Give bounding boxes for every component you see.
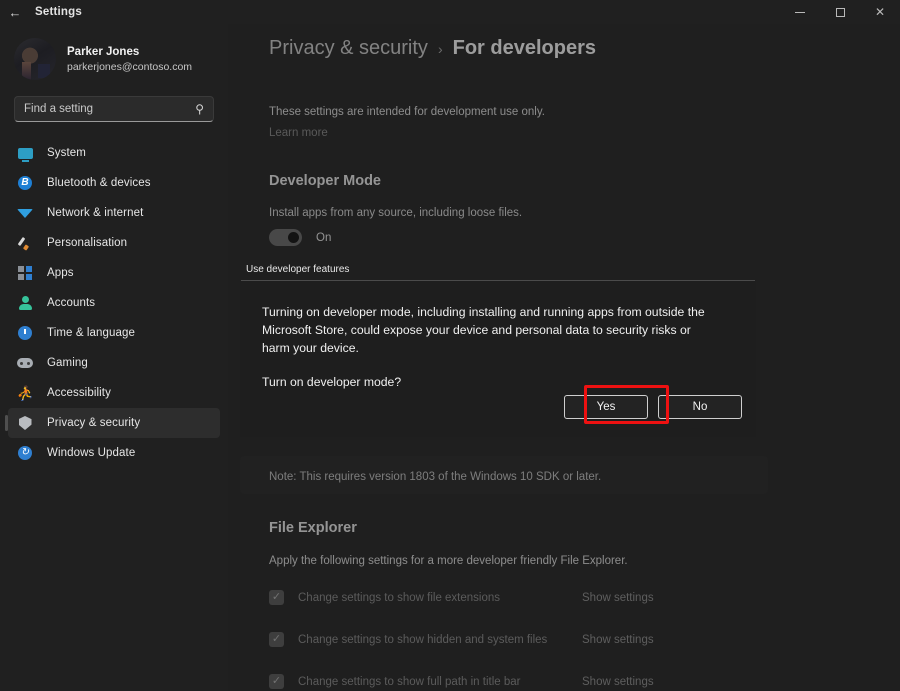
sidebar-item-system[interactable]: System <box>8 138 220 168</box>
avatar <box>14 38 56 80</box>
sidebar-item-network-internet[interactable]: Network & internet <box>8 198 220 228</box>
sidebar-item-accessibility[interactable]: ⛹ Accessibility <box>8 378 220 408</box>
search-box[interactable]: ⚲ <box>14 96 214 122</box>
shield-icon <box>16 414 34 432</box>
update-refresh-icon: ↻ <box>16 444 34 462</box>
sidebar-item-bluetooth-devices[interactable]: B Bluetooth & devices <box>8 168 220 198</box>
yes-button[interactable]: Yes <box>564 395 648 419</box>
accessibility-icon: ⛹ <box>16 385 34 401</box>
sidebar-item-label: Gaming <box>47 357 88 369</box>
profile-name: Parker Jones <box>67 45 140 58</box>
window-controls: ✕ <box>780 0 900 24</box>
sidebar-item-accounts[interactable]: Accounts <box>8 288 220 318</box>
app-title: Settings <box>35 6 82 18</box>
monitor-icon <box>16 144 34 162</box>
clock-icon <box>16 324 34 342</box>
sidebar-item-gaming[interactable]: Gaming <box>8 348 220 378</box>
dialog-body: Turning on developer mode, including ins… <box>240 281 756 437</box>
user-profile[interactable]: Parker Jones parkerjones@contoso.com <box>10 32 218 86</box>
title-bar: ← Settings ✕ <box>0 0 900 24</box>
sidebar-item-personalisation[interactable]: Personalisation <box>8 228 220 258</box>
sidebar-item-label: Accounts <box>47 297 96 309</box>
maximize-button[interactable] <box>820 0 860 24</box>
sidebar-item-label: Time & language <box>47 327 136 339</box>
maximize-icon <box>835 7 845 17</box>
profile-email: parkerjones@contoso.com <box>67 60 193 73</box>
apps-grid-icon <box>16 264 34 282</box>
developer-features-dialog: Use developer features Turning on develo… <box>240 258 756 437</box>
sidebar-item-time-language[interactable]: Time & language <box>8 318 220 348</box>
minimize-icon <box>795 11 805 13</box>
sidebar-item-label: Apps <box>47 267 74 279</box>
no-button[interactable]: No <box>658 395 742 419</box>
sidebar-item-label: System <box>47 147 86 159</box>
sidebar-item-privacy-security[interactable]: Privacy & security <box>5 408 220 438</box>
bluetooth-icon: B <box>16 174 34 192</box>
wifi-icon <box>16 204 34 222</box>
sidebar-item-label: Privacy & security <box>47 417 141 429</box>
sidebar-item-label: Network & internet <box>47 207 144 219</box>
sidebar-nav: System B Bluetooth & devices Network & i… <box>0 138 228 468</box>
search-input[interactable] <box>24 103 192 115</box>
back-arrow-icon[interactable]: ← <box>0 0 30 24</box>
dialog-header: Use developer features <box>240 258 756 280</box>
settings-window: ← Settings ✕ Parker Jones parkerjones@co… <box>0 0 900 691</box>
dialog-message: Turning on developer mode, including ins… <box>262 305 705 355</box>
dialog-actions: Yes No <box>564 395 742 419</box>
gamepad-icon <box>16 354 34 372</box>
dialog-question: Turn on developer mode? <box>262 375 402 389</box>
search-icon: ⚲ <box>195 102 204 116</box>
sidebar-item-label: Windows Update <box>47 447 136 459</box>
sidebar: Parker Jones parkerjones@contoso.com ⚲ S… <box>0 24 228 691</box>
dialog-title: Use developer features <box>246 263 350 275</box>
sidebar-item-windows-update[interactable]: ↻ Windows Update <box>8 438 220 468</box>
close-button[interactable]: ✕ <box>860 0 900 24</box>
sidebar-item-apps[interactable]: Apps <box>8 258 220 288</box>
person-icon <box>16 294 34 312</box>
sidebar-item-label: Bluetooth & devices <box>47 177 151 189</box>
minimize-button[interactable] <box>780 0 820 24</box>
paintbrush-icon <box>16 234 34 252</box>
sidebar-item-label: Accessibility <box>47 387 111 399</box>
sidebar-item-label: Personalisation <box>47 237 128 249</box>
